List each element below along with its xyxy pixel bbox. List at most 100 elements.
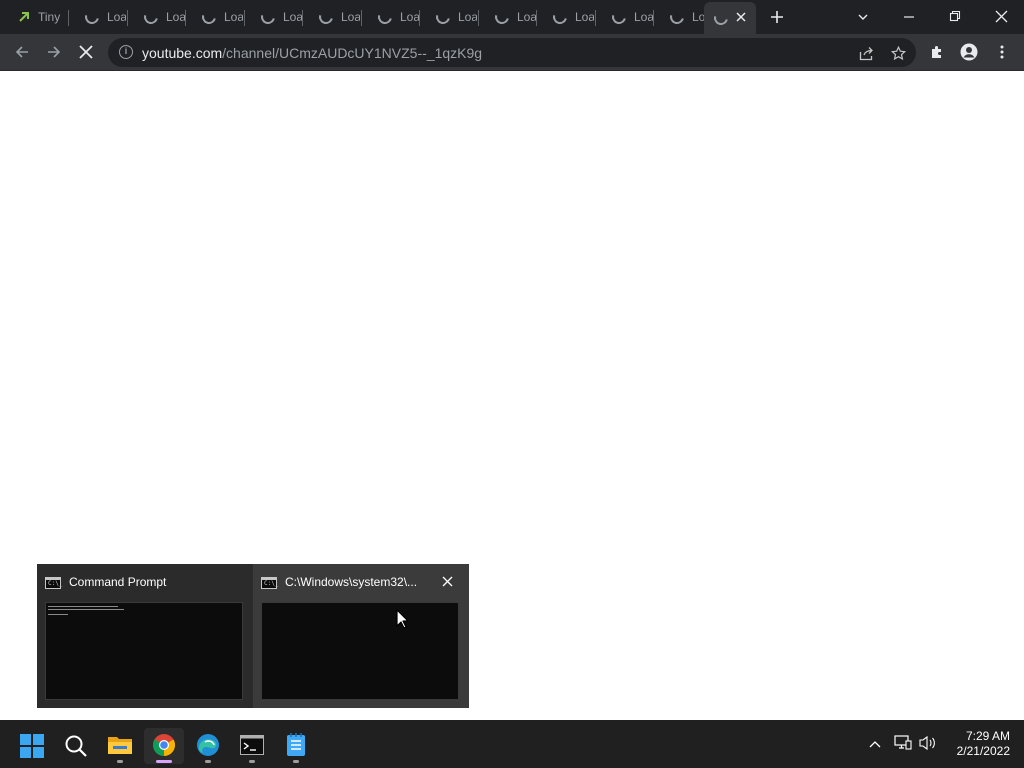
start-button[interactable] (12, 728, 52, 764)
loading-spinner-icon (199, 7, 219, 27)
tab[interactable]: Loa (595, 4, 653, 30)
url-text[interactable]: youtube.com/channel/UCmzAUDcUY1NVZ5--_1q… (142, 45, 482, 61)
close-icon (995, 10, 1007, 23)
tab-separator (653, 10, 654, 26)
tab-label: Loa (107, 10, 126, 24)
clock[interactable]: 7:29 AM 2/21/2022 (946, 729, 1010, 759)
file-explorer-icon (108, 737, 132, 754)
tab[interactable]: Loa (302, 4, 360, 30)
chrome-button[interactable] (144, 728, 184, 764)
tab[interactable]: Tiny (10, 4, 68, 30)
start-icon (20, 734, 44, 758)
search-icon (65, 735, 87, 757)
volume-icon[interactable] (919, 734, 937, 754)
extensions-icon[interactable] (926, 41, 948, 63)
loading-spinner-icon (141, 7, 161, 27)
loading-spinner-icon (375, 7, 395, 27)
forward-button[interactable] (42, 40, 66, 64)
address-bar[interactable]: i youtube.com/channel/UCmzAUDcUY1NVZ5--_… (108, 38, 916, 67)
tab-label: Tiny (38, 10, 61, 24)
tab-separator (302, 10, 303, 26)
tab-label: Loa (458, 10, 477, 24)
forward-arrow-icon (48, 46, 61, 58)
tab-label: Loa (575, 10, 594, 24)
tab[interactable]: Loa (68, 4, 126, 30)
tab-close-button[interactable] (734, 10, 748, 24)
notepad-icon (287, 733, 305, 756)
chevron-down-icon (858, 14, 868, 20)
chrome-icon (153, 734, 175, 756)
loading-spinner-icon (433, 7, 453, 27)
tab[interactable]: Loa (478, 4, 536, 30)
tab-label: Loa (341, 10, 360, 24)
tab-label: Loa (283, 10, 302, 24)
site-info-icon[interactable]: i (119, 45, 133, 59)
chevron-up-icon (869, 741, 881, 748)
loading-spinner-icon (550, 7, 570, 27)
tab[interactable]: Lo (653, 4, 711, 30)
close-window-button[interactable] (978, 0, 1024, 34)
tab-active[interactable] (704, 2, 756, 34)
thumbnail-preview (261, 602, 459, 700)
thumbnail-command-prompt[interactable]: C:\_ Command Prompt (37, 564, 253, 708)
network-icon[interactable] (894, 734, 912, 754)
tiny-favicon-icon (17, 10, 31, 24)
notepad-button[interactable] (276, 728, 316, 764)
tab-label: Loa (517, 10, 536, 24)
tab-separator (419, 10, 420, 26)
tab[interactable]: Loa (536, 4, 594, 30)
thumbnail-close-button[interactable] (442, 574, 453, 590)
tab-separator (595, 10, 596, 26)
clock-date: 2/21/2022 (956, 744, 1010, 758)
thumbnail-title: C:\Windows\system32\... (285, 575, 418, 589)
command-prompt-button[interactable] (232, 728, 272, 764)
file-explorer-button[interactable] (100, 728, 140, 764)
thumbnail-system32[interactable]: C:\_ C:\Windows\system32\... (253, 564, 469, 708)
tab-separator (536, 10, 537, 26)
tab[interactable]: Loa (244, 4, 302, 30)
edge-icon (197, 734, 219, 756)
tab-separator (244, 10, 245, 26)
tab-separator (185, 10, 186, 26)
tab[interactable]: Loa (127, 4, 185, 30)
share-icon[interactable] (857, 44, 875, 62)
tab-separator (127, 10, 128, 26)
cmd-icon: C:\_ (45, 577, 62, 589)
tab[interactable]: Loa (361, 4, 419, 30)
edge-button[interactable] (188, 728, 228, 764)
show-hidden-icons-button[interactable] (868, 734, 882, 754)
tab-strip: Tiny Loa Loa Loa Loa Loa Loa Loa Loa Loa Loa Lo (0, 0, 1024, 34)
tab-separator (361, 10, 362, 26)
loading-spinner-icon (258, 7, 278, 27)
taskbar-thumbnail-popup: C:\_ Command Prompt C:\_ C:\Windows\syst… (37, 564, 469, 708)
taskbar: 7:29 AM 2/21/2022 (0, 720, 1024, 768)
back-arrow-icon (15, 46, 28, 58)
close-icon (736, 12, 746, 22)
tab[interactable]: Loa (419, 4, 477, 30)
profile-icon[interactable] (958, 41, 980, 63)
tab-label: Loa (400, 10, 419, 24)
loading-spinner-icon (667, 7, 687, 27)
tab-label: Loa (224, 10, 243, 24)
loading-spinner-icon (609, 7, 629, 27)
back-button[interactable] (10, 40, 34, 64)
plus-icon (771, 11, 783, 23)
tab-separator (478, 10, 479, 26)
bookmark-star-icon[interactable] (889, 44, 907, 62)
restore-button[interactable] (932, 0, 978, 34)
menu-icon[interactable] (991, 41, 1013, 63)
terminal-icon (240, 735, 264, 755)
tab-search-button[interactable] (840, 0, 886, 34)
tab[interactable]: Loa (185, 4, 243, 30)
search-button[interactable] (56, 728, 96, 764)
thumbnail-title: Command Prompt (69, 575, 167, 589)
cmd-icon: C:\_ (261, 577, 278, 589)
mouse-cursor-icon (396, 609, 409, 629)
minimize-button[interactable] (886, 0, 932, 34)
tab-label: Loa (634, 10, 653, 24)
browser-toolbar: i youtube.com/channel/UCmzAUDcUY1NVZ5--_… (0, 34, 1024, 71)
stop-loading-button[interactable] (74, 40, 98, 64)
new-tab-button[interactable] (766, 6, 788, 28)
tab-label: Loa (166, 10, 185, 24)
loading-spinner-icon (492, 7, 512, 27)
